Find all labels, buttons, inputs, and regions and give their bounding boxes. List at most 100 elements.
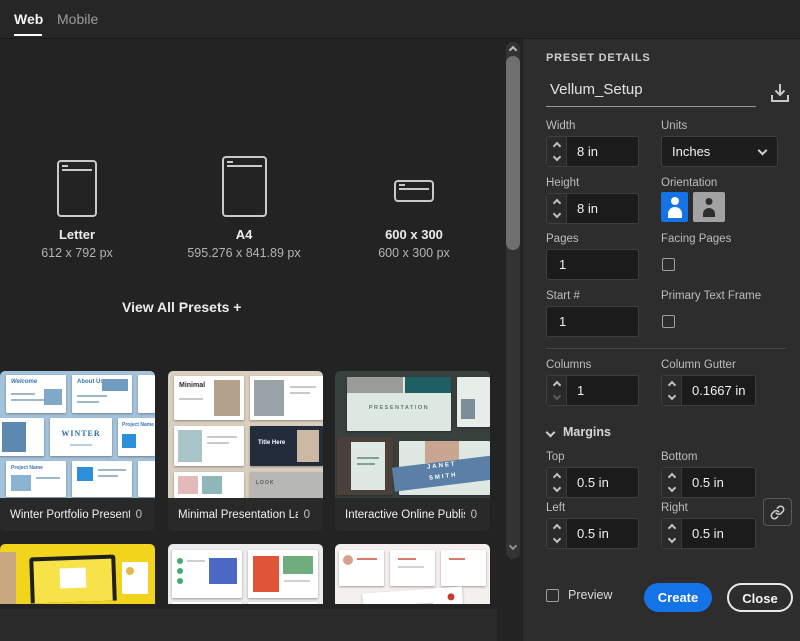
template-title: Minimal Presentation La... bbox=[168, 509, 298, 521]
save-download-icon bbox=[768, 81, 792, 105]
template-meta: Minimal Presentation La... 0 bbox=[168, 498, 323, 531]
thumb-text: WINTER bbox=[50, 429, 112, 438]
margin-left-label: Left bbox=[546, 502, 565, 514]
template-card-interactive[interactable]: PRESENTATION JANET SMITH Inte bbox=[335, 371, 490, 531]
close-button[interactable]: Close bbox=[727, 583, 793, 612]
adobe-stock-bar: Go bbox=[0, 609, 497, 641]
tab-mobile[interactable]: Mobile bbox=[57, 11, 98, 27]
preset-dimensions: 612 x 792 px bbox=[12, 246, 142, 260]
new-document-dialog: Web Mobile Letter 612 x 792 px A4 595.27… bbox=[0, 0, 800, 641]
margin-right-field bbox=[661, 518, 756, 549]
landscape-document-icon bbox=[394, 180, 434, 202]
start-number-input[interactable] bbox=[547, 307, 638, 336]
margin-left-stepper[interactable] bbox=[547, 519, 567, 548]
preset-dimensions: 595.276 x 841.89 px bbox=[179, 246, 309, 260]
pages-input[interactable] bbox=[547, 250, 638, 279]
margin-right-input[interactable] bbox=[682, 519, 755, 548]
thumb-text: LOOK bbox=[256, 480, 274, 486]
primary-text-frame-checkbox[interactable] bbox=[662, 315, 675, 328]
orientation-portrait-icon[interactable] bbox=[661, 192, 688, 222]
template-card-winter[interactable]: Welcome About Us WINTER bbox=[0, 371, 155, 531]
margin-right-label: Right bbox=[661, 502, 688, 514]
template-count: 0 bbox=[465, 509, 490, 521]
link-margins-button[interactable] bbox=[763, 498, 792, 526]
margin-left-input[interactable] bbox=[567, 519, 638, 548]
template-title: Interactive Online Publis... bbox=[335, 509, 465, 521]
column-gutter-input[interactable] bbox=[682, 376, 755, 405]
width-stepper[interactable] bbox=[547, 137, 567, 166]
column-gutter-label: Column Gutter bbox=[661, 359, 736, 371]
facing-pages-label: Facing Pages bbox=[661, 233, 731, 245]
height-input[interactable] bbox=[567, 194, 638, 223]
divider bbox=[546, 348, 786, 349]
margin-bottom-input[interactable] bbox=[682, 468, 755, 497]
orientation-landscape-icon[interactable] bbox=[693, 192, 725, 222]
preview-label: Preview bbox=[568, 588, 612, 602]
thumb-text: Minimal bbox=[179, 382, 205, 389]
margins-collapse-icon[interactable] bbox=[546, 428, 556, 438]
preset-name: A4 bbox=[179, 227, 309, 242]
thumb-text: About Us bbox=[77, 379, 104, 385]
document-name-input[interactable] bbox=[546, 79, 756, 107]
preset-details-panel: PRESET DETAILS Width Units Inches Height… bbox=[522, 39, 800, 641]
chain-link-icon bbox=[770, 505, 785, 520]
primary-text-frame-label: Primary Text Frame bbox=[661, 290, 761, 302]
preview-checkbox[interactable] bbox=[546, 589, 559, 602]
height-label: Height bbox=[546, 177, 579, 189]
units-label: Units bbox=[661, 120, 687, 132]
height-stepper[interactable] bbox=[547, 194, 567, 223]
pages-field bbox=[546, 249, 639, 280]
preset-letter[interactable]: Letter 612 x 792 px bbox=[12, 139, 142, 260]
pages-label: Pages bbox=[546, 233, 579, 245]
margin-top-label: Top bbox=[546, 451, 565, 463]
template-preview: PRESENTATION JANET SMITH bbox=[335, 371, 490, 498]
start-number-field bbox=[546, 306, 639, 337]
width-label: Width bbox=[546, 120, 575, 132]
margin-top-stepper[interactable] bbox=[547, 468, 567, 497]
template-count: 0 bbox=[298, 509, 323, 521]
scrollbar-thumb[interactable] bbox=[506, 56, 520, 250]
template-title: Winter Portfolio Present... bbox=[0, 509, 130, 521]
margins-section-label[interactable]: Margins bbox=[563, 425, 611, 439]
units-dropdown[interactable]: Inches bbox=[661, 136, 778, 167]
margin-top-field bbox=[546, 467, 639, 498]
columns-input[interactable] bbox=[567, 376, 638, 405]
template-card-minimal[interactable]: Minimal Title Here bbox=[168, 371, 323, 531]
thumb-text: Welcome bbox=[11, 379, 37, 385]
width-field bbox=[546, 136, 639, 167]
template-meta: Winter Portfolio Present... 0 bbox=[0, 498, 155, 531]
margin-bottom-field bbox=[661, 467, 756, 498]
margin-top-input[interactable] bbox=[567, 468, 638, 497]
panel-title: PRESET DETAILS bbox=[546, 52, 651, 64]
tab-web[interactable]: Web bbox=[14, 11, 43, 27]
template-card-pink[interactable] bbox=[335, 544, 490, 604]
columns-stepper[interactable] bbox=[547, 376, 567, 405]
preset-a4[interactable]: A4 595.276 x 841.89 px bbox=[179, 139, 309, 260]
save-preset-button[interactable] bbox=[766, 78, 794, 108]
create-button[interactable]: Create bbox=[644, 583, 712, 612]
orientation-label: Orientation bbox=[661, 177, 717, 189]
template-meta: Interactive Online Publis... 0 bbox=[335, 498, 490, 531]
facing-pages-checkbox[interactable] bbox=[662, 258, 675, 271]
chevron-down-icon bbox=[758, 145, 768, 155]
portrait-document-icon bbox=[57, 160, 97, 217]
margin-bottom-label: Bottom bbox=[661, 451, 697, 463]
view-all-presets-link[interactable]: View All Presets + bbox=[122, 299, 241, 315]
width-input[interactable] bbox=[567, 137, 638, 166]
units-value: Inches bbox=[662, 144, 759, 159]
preset-dimensions: 600 x 300 px bbox=[349, 246, 479, 260]
height-field bbox=[546, 193, 639, 224]
margin-bottom-stepper[interactable] bbox=[662, 468, 682, 497]
template-card-realestate[interactable] bbox=[168, 544, 323, 604]
thumb-text: Project Name bbox=[11, 465, 43, 471]
template-card-yellow[interactable] bbox=[0, 544, 155, 604]
columns-label: Columns bbox=[546, 359, 591, 371]
thumb-text: PRESENTATION bbox=[347, 405, 451, 411]
preset-600x300[interactable]: 600 x 300 600 x 300 px bbox=[349, 139, 479, 260]
thumb-text: Title Here bbox=[258, 440, 285, 446]
portrait-document-icon bbox=[222, 156, 267, 217]
template-count: 0 bbox=[130, 509, 155, 521]
presets-and-templates-area: Letter 612 x 792 px A4 595.276 x 841.89 … bbox=[0, 39, 522, 641]
column-gutter-stepper[interactable] bbox=[662, 376, 682, 405]
margin-right-stepper[interactable] bbox=[662, 519, 682, 548]
